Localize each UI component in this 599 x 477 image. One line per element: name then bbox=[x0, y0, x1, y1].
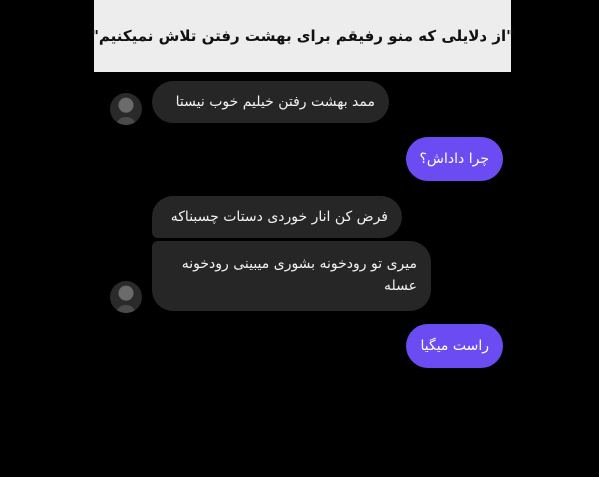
incoming-message-bubble[interactable]: میری تو رودخونه بشوری میبینی رودخونه عسل… bbox=[152, 241, 431, 311]
caption-text: "از دلایلی که منو رفیقم برای بهشت رفتن ت… bbox=[91, 27, 514, 45]
incoming-message-bubble[interactable]: فرض کن انار خوردی دستات چسبناکه bbox=[152, 196, 402, 238]
contact-avatar[interactable] bbox=[110, 93, 142, 125]
contact-avatar[interactable] bbox=[110, 281, 142, 313]
caption-banner: "از دلایلی که منو رفیقم برای بهشت رفتن ت… bbox=[91, 0, 514, 72]
incoming-message-bubble[interactable]: ممد بهشت رفتن خیلیم خوب نیستا bbox=[152, 81, 389, 123]
outgoing-message-bubble[interactable]: راست میگیا bbox=[406, 324, 503, 368]
outgoing-message-bubble[interactable]: چرا داداش؟ bbox=[406, 137, 503, 181]
chat-screen: "از دلایلی که منو رفیقم برای بهشت رفتن ت… bbox=[0, 0, 599, 477]
